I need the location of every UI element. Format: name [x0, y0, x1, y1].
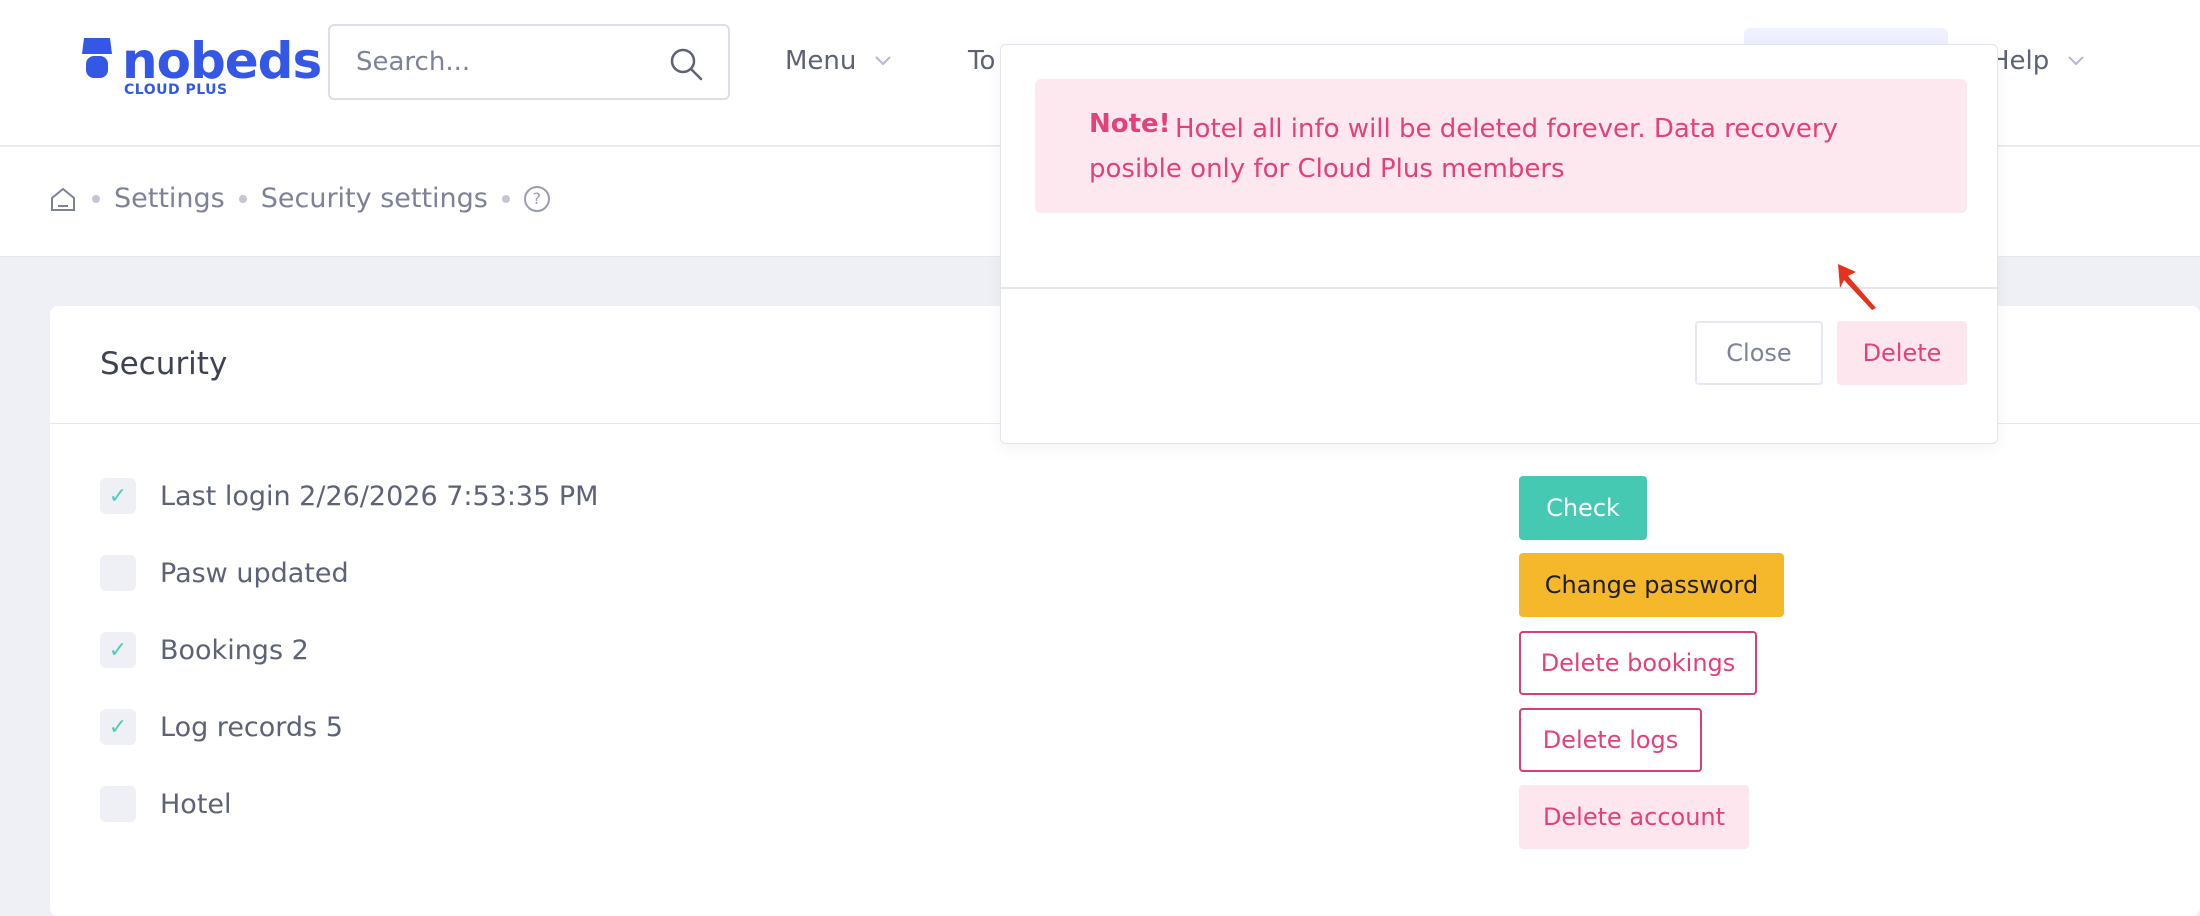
help-icon[interactable]: ?: [523, 185, 550, 212]
breadcrumb-security-settings: Security settings: [260, 183, 488, 214]
security-row-log-records: ✓ Log records 5: [100, 709, 343, 745]
delete-logs-button[interactable]: Delete logs: [1519, 708, 1702, 772]
home-icon[interactable]: [48, 184, 78, 214]
chevron-down-icon: [875, 56, 892, 66]
breadcrumb-separator: [92, 194, 100, 203]
check-button[interactable]: Check: [1519, 476, 1647, 540]
row-label: Pasw updated: [160, 557, 349, 589]
security-row-last-login: ✓ Last login 2/26/2026 7:53:35 PM: [100, 478, 598, 514]
close-button[interactable]: Close: [1695, 321, 1823, 385]
search-box: [328, 24, 730, 100]
search-icon[interactable]: [668, 46, 704, 82]
card-title: Security: [100, 346, 228, 382]
security-row-bookings: ✓ Bookings 2: [100, 632, 309, 668]
empty-check-icon: [100, 555, 136, 591]
security-row-hotel: Hotel: [100, 786, 232, 822]
nav-to[interactable]: To: [968, 46, 995, 76]
logo-sub: CLOUD PLUS: [124, 82, 228, 98]
breadcrumb-separator: [501, 194, 510, 203]
logo-icon: [82, 38, 112, 78]
note-text: Hotel all info will be deleted forever. …: [1089, 114, 1838, 184]
row-label: Last login 2/26/2026 7:53:35 PM: [160, 480, 599, 512]
delete-account-button[interactable]: Delete account: [1519, 785, 1749, 849]
check-icon: ✓: [100, 632, 136, 668]
breadcrumb-separator: [238, 194, 247, 203]
search-input[interactable]: [356, 44, 656, 80]
security-row-pasw: Pasw updated: [100, 555, 349, 591]
note-label: Note!: [1089, 109, 1171, 139]
row-label: Log records 5: [160, 711, 343, 743]
breadcrumb: Settings Security settings ?: [48, 183, 550, 214]
change-password-button[interactable]: Change password: [1519, 553, 1784, 617]
delete-button[interactable]: Delete: [1837, 321, 1967, 385]
check-icon: ✓: [100, 478, 136, 514]
nav-menu-label: Menu: [785, 46, 857, 76]
row-label: Hotel: [160, 788, 232, 820]
chevron-down-icon: [2068, 56, 2084, 66]
pointer-arrow-icon: [1838, 264, 1876, 310]
nav-to-label: To: [968, 46, 996, 76]
nav-help-label: Help: [1990, 46, 2050, 76]
warning-note: Hotel all info will be deleted forever. …: [1035, 79, 1967, 213]
check-icon: ✓: [100, 709, 136, 745]
breadcrumb-settings[interactable]: Settings: [114, 183, 225, 214]
nav-help[interactable]: Help: [1990, 46, 2085, 76]
delete-bookings-button[interactable]: Delete bookings: [1519, 631, 1757, 695]
row-label: Bookings 2: [160, 634, 309, 666]
logo[interactable]: nobeds CLOUD PLUS: [78, 32, 322, 104]
empty-check-icon: [100, 786, 136, 822]
nav-menu[interactable]: Menu: [785, 46, 892, 76]
delete-confirm-modal: Hotel all info will be deleted forever. …: [1000, 44, 1998, 444]
